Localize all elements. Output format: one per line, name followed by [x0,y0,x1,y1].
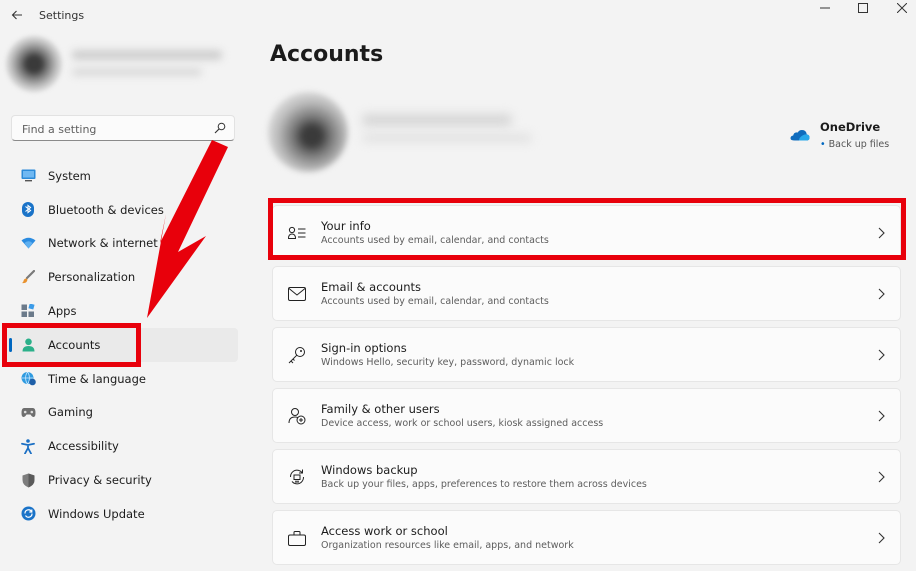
search-box[interactable] [11,115,235,141]
sidebar-item-label: Windows Update [48,506,145,521]
sidebar-item-label: Personalization [48,270,136,285]
card-sign-in-options[interactable]: Sign-in options Windows Hello, security … [272,327,901,382]
search-icon[interactable] [214,122,226,134]
onedrive-title: OneDrive [820,120,881,134]
sidebar-item-label: Gaming [48,405,93,420]
search-input[interactable] [20,120,214,138]
sidebar-item-system[interactable]: System [6,159,238,193]
card-title: Sign-in options [321,341,407,355]
cloud-icon [790,130,810,141]
update-icon [20,506,36,522]
onedrive-subtitle-text: Back up files [828,139,890,150]
sidebar-item-windows-update[interactable]: Windows Update [6,497,238,531]
card-access-work-school[interactable]: Access work or school Organization resou… [272,510,901,565]
person-list-icon [287,223,307,243]
key-icon [287,345,307,365]
blurred-account-name [362,114,512,126]
minimize-icon [820,7,830,9]
page-title: Accounts [270,42,384,67]
card-your-info[interactable]: Your info Accounts used by email, calend… [272,205,901,260]
card-subtitle: Accounts used by email, calendar, and co… [321,235,549,246]
chevron-right-icon [878,349,885,361]
brush-icon [20,269,36,285]
card-title: Your info [321,219,371,233]
card-email-accounts[interactable]: Email & accounts Accounts used by email,… [272,266,901,321]
card-windows-backup[interactable]: Windows backup Back up your files, apps,… [272,449,901,504]
card-subtitle: Organization resources like email, apps,… [321,540,574,551]
person-icon [20,337,36,353]
globe-clock-icon [20,371,36,387]
app-title: Settings [39,9,85,22]
settings-cards: Your info Accounts used by email, calend… [272,205,901,571]
sidebar-item-gaming[interactable]: Gaming [6,396,238,430]
card-family-other-users[interactable]: Family & other users Device access, work… [272,388,901,443]
card-title: Windows backup [321,463,418,477]
sidebar-item-label: Accessibility [48,439,119,454]
card-subtitle: Back up your files, apps, preferences to… [321,479,647,490]
onedrive-status[interactable]: OneDrive • Back up files [790,120,910,160]
back-arrow-icon [11,10,22,20]
title-bar: Settings [0,0,916,30]
sidebar-item-accessibility[interactable]: Accessibility [6,429,238,463]
account-avatar [268,92,348,172]
chevron-right-icon [878,471,885,483]
mail-icon [287,284,307,304]
sidebar-item-label: Apps [48,304,77,319]
monitor-icon [20,168,36,184]
sidebar-profile[interactable] [6,36,236,96]
sidebar-item-bluetooth[interactable]: Bluetooth & devices [6,193,238,227]
active-indicator [9,337,12,352]
onedrive-subtitle: • Back up files [820,139,889,150]
chevron-right-icon [878,227,885,239]
status-dot: • [820,139,826,150]
accessibility-icon [20,438,36,454]
backup-icon [287,467,307,487]
sidebar-item-label: Time & language [48,371,146,386]
chevron-right-icon [878,532,885,544]
shield-icon [20,472,36,488]
card-subtitle: Device access, work or school users, kio… [321,418,604,429]
minimize-button[interactable] [805,2,845,14]
sidebar-item-personalization[interactable]: Personalization [6,260,238,294]
chevron-right-icon [878,410,885,422]
sidebar-item-apps[interactable]: Apps [6,294,238,328]
sidebar-nav: System Bluetooth & devices Network & int… [6,159,238,531]
sidebar-item-time-language[interactable]: Time & language [6,362,238,396]
card-subtitle: Accounts used by email, calendar, and co… [321,296,549,307]
close-icon [897,3,907,13]
wifi-icon [20,235,36,251]
bluetooth-icon [20,202,36,218]
card-title: Access work or school [321,524,448,538]
gamepad-icon [20,404,36,420]
blurred-user-name [72,50,222,60]
close-button[interactable] [882,2,916,14]
sidebar-item-label: Accounts [48,337,101,352]
card-title: Family & other users [321,402,440,416]
avatar [6,36,62,92]
sidebar-item-accounts[interactable]: Accounts [6,327,238,362]
card-subtitle: Windows Hello, security key, password, d… [321,357,575,368]
blurred-user-email [72,68,202,76]
card-title: Email & accounts [321,280,421,294]
chevron-right-icon [878,288,885,300]
sidebar-item-label: Privacy & security [48,473,152,488]
maximize-button[interactable] [843,2,883,14]
person-add-icon [287,406,307,426]
back-button[interactable] [9,7,25,23]
blurred-account-email [362,134,532,142]
sidebar-item-network[interactable]: Network & internet [6,227,238,261]
briefcase-icon [287,528,307,548]
sidebar-item-label: Bluetooth & devices [48,202,164,217]
sidebar-item-label: Network & internet [48,236,158,251]
maximize-icon [858,3,868,13]
apps-icon [20,303,36,319]
sidebar-item-privacy-security[interactable]: Privacy & security [6,463,238,497]
sidebar-item-label: System [48,168,91,183]
